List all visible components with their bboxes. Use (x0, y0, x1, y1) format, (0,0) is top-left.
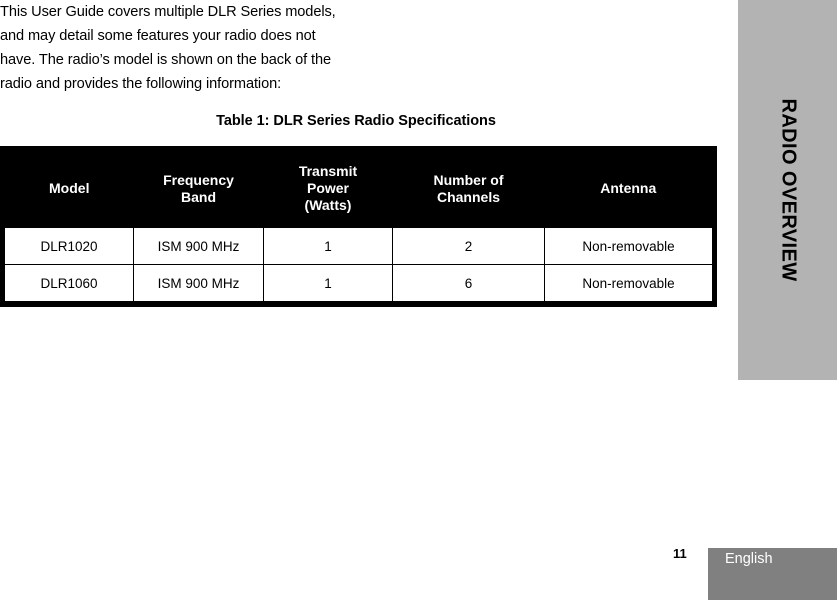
cell-number-of-channels: 6 (392, 264, 545, 304)
cell-transmit-power: 1 (263, 228, 393, 265)
table-caption: Table 1: DLR Series Radio Specifications (216, 113, 496, 129)
table-row: DLR1060 ISM 900 MHz 1 6 Non-removable (2, 264, 715, 304)
chapter-tab-label: RADIO OVERVIEW (777, 98, 799, 282)
cell-frequency-band: ISM 900 MHz (133, 228, 264, 265)
footer-language-label: English (725, 551, 773, 567)
cell-number-of-channels: 2 (392, 228, 545, 265)
column-header-frequency-band: Frequency Band (133, 147, 264, 228)
column-header-antenna: Antenna (544, 147, 715, 228)
intro-paragraph: This User Guide covers multiple DLR Seri… (0, 4, 336, 92)
body-text-block: This User Guide covers multiple DLR Seri… (0, 0, 340, 96)
table-header: Model Frequency Band Transmit Power (Watts)… (2, 147, 715, 228)
table-header-row: Model Frequency Band Transmit Power (Watts)… (2, 147, 715, 228)
cell-antenna: Non-removable (544, 228, 715, 265)
chapter-tab: RADIO OVERVIEW (738, 0, 837, 380)
radio-specifications-table: Model Frequency Band Transmit Power (Watts)… (0, 146, 717, 307)
cell-model: DLR1060 (2, 264, 134, 304)
table-body: DLR1020 ISM 900 MHz 1 2 Non-removable DL… (2, 228, 715, 304)
cell-model: DLR1020 (2, 228, 134, 265)
cell-transmit-power: 1 (263, 264, 393, 304)
cell-frequency-band: ISM 900 MHz (133, 264, 264, 304)
footer-language-block: English (708, 548, 837, 600)
column-header-transmit-power: Transmit Power (Watts) (263, 147, 393, 228)
table-row: DLR1020 ISM 900 MHz 1 2 Non-removable (2, 228, 715, 265)
document-page: This User Guide covers multiple DLR Seri… (0, 0, 837, 600)
cell-antenna: Non-removable (544, 264, 715, 304)
column-header-model: Model (2, 147, 134, 228)
page-number: 11 (673, 546, 687, 561)
column-header-number-of-channels: Number of Channels (392, 147, 545, 228)
